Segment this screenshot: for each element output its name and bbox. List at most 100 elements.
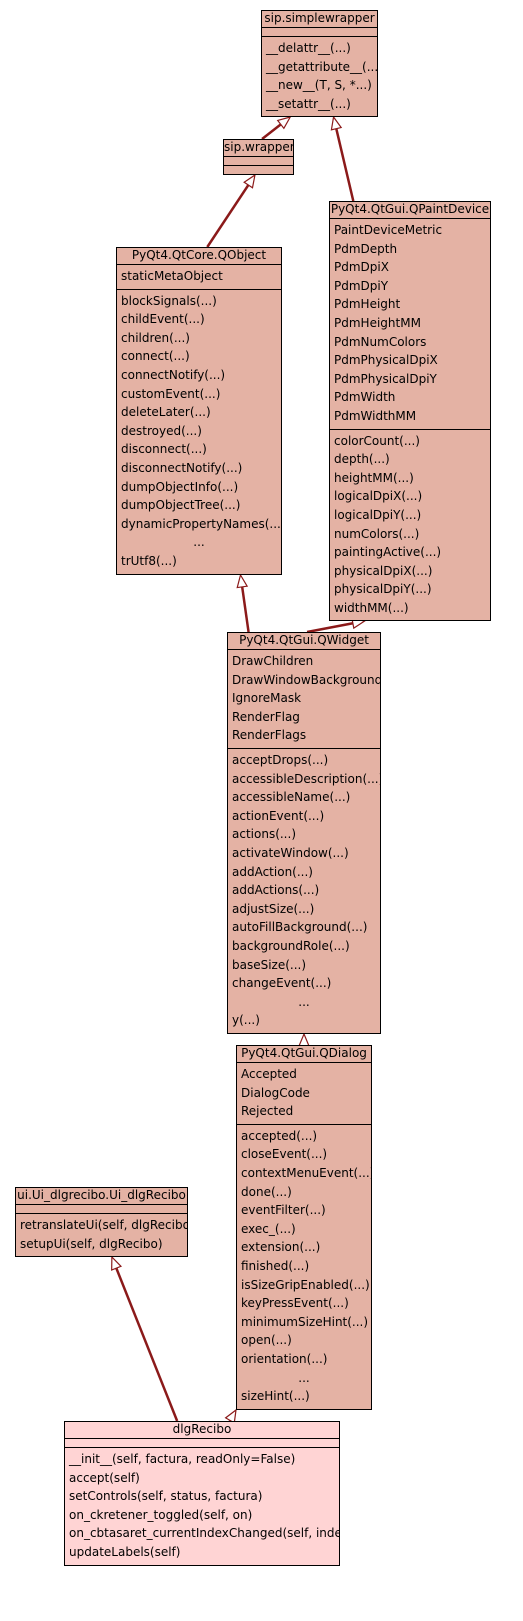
more-ellipsis: ... (193, 535, 205, 550)
attributes-section (65, 1439, 339, 1447)
method-item: colorCount(...) (334, 433, 420, 448)
method-item: orientation(...) (241, 1351, 328, 1366)
method-item: setControls(self, status, factura) (69, 1489, 263, 1504)
methods-section: blockSignals(...) childEvent(...) children… (117, 288, 281, 574)
method-item: depth(...) (334, 452, 390, 467)
class-dlgrecibo[interactable]: dlgRecibo __init__(self, factura, readOn… (64, 1421, 340, 1566)
generalization-arrowhead (330, 115, 343, 131)
method-item: dumpObjectTree(...) (121, 498, 241, 513)
method-item: children(...) (121, 330, 190, 345)
methods-section (224, 165, 293, 174)
method-item: addActions(...) (232, 883, 320, 898)
method-item: done(...) (241, 1184, 292, 1199)
method-item: sizeHint(...) (241, 1389, 310, 1404)
method-item: heightMM(...) (334, 470, 414, 485)
method-item: accessibleName(...) (232, 790, 351, 805)
method-item: setupUi(self, dlgRecibo) (20, 1236, 163, 1251)
attribute-item: PdmDepth (334, 241, 398, 256)
method-item: autoFillBackground(...) (232, 920, 368, 935)
attributes-section: PaintDeviceMetric PdmDepth PdmDpiX PdmDpiY P… (330, 219, 490, 429)
method-item: physicalDpiX(...) (334, 563, 433, 578)
inheritance-edge (240, 586, 250, 633)
method-item: contextMenuEvent(...) (241, 1165, 371, 1180)
method-item: dumpObjectInfo(...) (121, 479, 239, 494)
method-item: deleteLater(...) (121, 405, 211, 420)
method-item: updateLabels(self) (69, 1544, 181, 1559)
methods-section: accepted(...) closeEvent(...) contextMenuE… (237, 1123, 371, 1409)
class-ui-dlgrecibo[interactable]: ui.Ui_dlgrecibo.Ui_dlgRecibo retranslate… (15, 1187, 188, 1258)
method-item: isSizeGripEnabled(...) (241, 1277, 370, 1292)
attribute-item: DrawChildren (232, 654, 314, 668)
method-item: accept(self) (69, 1470, 140, 1485)
inheritance-edge (206, 184, 250, 248)
method-item: exec_(...) (241, 1221, 296, 1236)
class-title: PyQt4.QtGui.QPaintDevice (330, 202, 490, 219)
method-item: closeEvent(...) (241, 1147, 328, 1162)
method-item: trUtf8(...) (121, 553, 177, 568)
method-item: activateWindow(...) (232, 845, 349, 860)
attribute-item: PdmNumColors (334, 334, 427, 349)
attributes-section: staticMetaObject (117, 265, 281, 289)
more-ellipsis: ... (298, 994, 310, 1009)
method-item: logicalDpiX(...) (334, 489, 423, 504)
generalization-arrowhead (236, 573, 249, 589)
method-item: connect(...) (121, 349, 190, 364)
method-item: minimumSizeHint(...) (241, 1314, 369, 1329)
methods-section: acceptDrops(...) accessibleDescription(..… (228, 747, 380, 1033)
method-item: widthMM(...) (334, 600, 409, 615)
method-item: actions(...) (232, 827, 296, 842)
method-item: dynamicPropertyNames(...) (121, 516, 281, 531)
attribute-item: PdmDpiY (334, 278, 389, 293)
attributes-section: DrawChildren DrawWindowBackground IgnoreMa… (228, 650, 380, 748)
method-item: retranslateUi(self, dlgRecibo) (20, 1218, 187, 1232)
class-title: PyQt4.QtGui.QDialog (237, 1046, 371, 1063)
class-title: sip.wrapper (224, 140, 293, 157)
method-item: acceptDrops(...) (232, 752, 329, 767)
method-item: backgroundRole(...) (232, 938, 350, 953)
class-sip-simplewrapper[interactable]: sip.simplewrapper __delattr__(...) __geta… (261, 10, 378, 118)
method-item: changeEvent(...) (232, 976, 332, 991)
method-item: y(...) (232, 1013, 260, 1028)
generalization-arrowhead (243, 173, 256, 189)
method-item: __delattr__(...) (266, 41, 351, 55)
method-item: connectNotify(...) (121, 367, 226, 382)
class-qpaintdevice[interactable]: PyQt4.QtGui.QPaintDevice PaintDeviceMetr… (329, 201, 491, 622)
more-ellipsis: ... (298, 1370, 310, 1385)
inheritance-edge (261, 123, 282, 140)
method-item: __setattr__(...) (266, 96, 351, 111)
method-item: childEvent(...) (121, 312, 205, 327)
attribute-item: Accepted (241, 1067, 297, 1081)
method-item: actionEvent(...) (232, 808, 325, 823)
method-item: accepted(...) (241, 1128, 318, 1143)
method-item: destroyed(...) (121, 423, 202, 438)
attribute-item: PdmWidth (334, 390, 396, 405)
attribute-item: IgnoreMask (232, 691, 302, 706)
method-item: __init__(self, factura, readOnly=False) (69, 1452, 296, 1466)
method-item: disconnect(...) (121, 442, 207, 457)
class-qwidget[interactable]: PyQt4.QtGui.QWidget DrawChildren DrawWind… (227, 632, 381, 1034)
generalization-arrowhead (111, 1255, 123, 1271)
attribute-item: DialogCode (241, 1085, 310, 1100)
attributes-section (262, 28, 377, 36)
attributes-section (224, 157, 293, 165)
method-item: __getattribute__(...) (266, 59, 377, 74)
class-qdialog[interactable]: PyQt4.QtGui.QDialog Accepted DialogCode Re… (236, 1045, 372, 1410)
attribute-item: PdmPhysicalDpiX (334, 353, 438, 368)
method-item: numColors(...) (334, 526, 420, 541)
method-item: on_ckretener_toggled(self, on) (69, 1507, 253, 1522)
method-item: on_cbtasaret_currentIndexChanged(self, i… (69, 1526, 339, 1541)
inheritance-edge (115, 1267, 179, 1422)
class-title: PyQt4.QtGui.QWidget (228, 633, 380, 650)
class-qobject[interactable]: PyQt4.QtCore.QObject staticMetaObject bl… (116, 247, 282, 575)
class-sip-wrapper[interactable]: sip.wrapper (223, 139, 294, 175)
method-item: blockSignals(...) (121, 293, 217, 308)
method-item: paintingActive(...) (334, 545, 442, 560)
attribute-item: PdmHeightMM (334, 315, 421, 330)
inheritance-edge (306, 622, 354, 634)
method-item: open(...) (241, 1333, 292, 1348)
attribute-item: staticMetaObject (121, 269, 223, 283)
method-item: extension(...) (241, 1240, 321, 1255)
attribute-item: PdmWidthMM (334, 408, 417, 423)
attribute-item: PdmDpiX (334, 260, 389, 275)
attribute-item: PaintDeviceMetric (334, 223, 443, 237)
